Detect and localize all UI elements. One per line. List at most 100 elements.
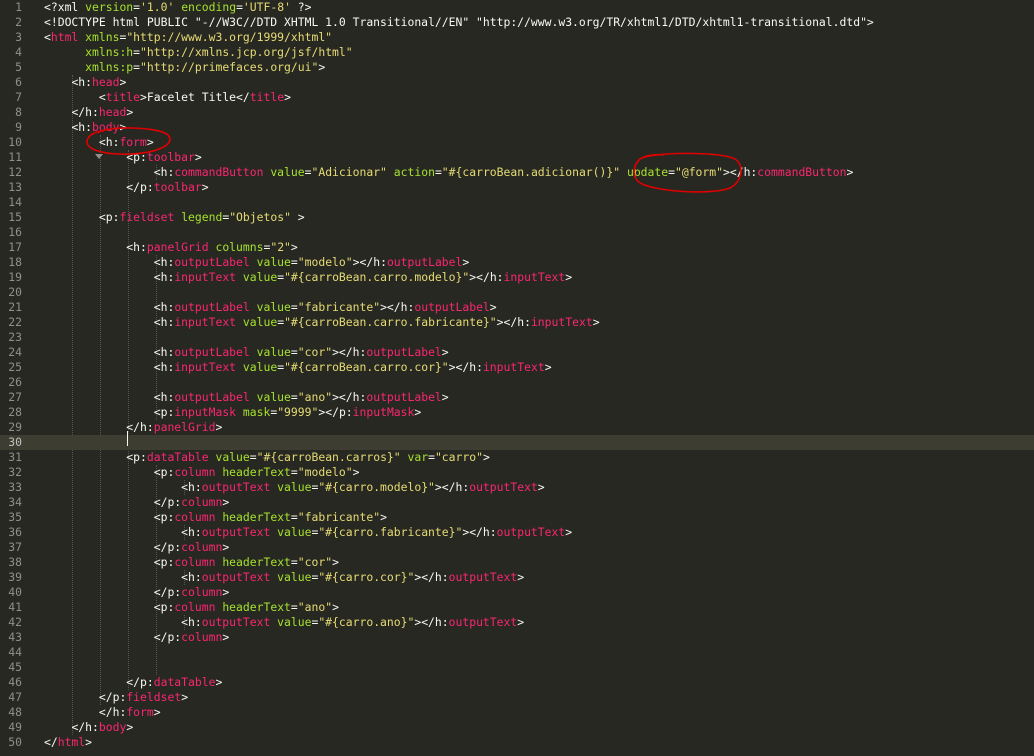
line-number: 7 xyxy=(15,90,22,104)
code-line[interactable]: 1 <?xml version='1.0' encoding='UTF-8' ?> xyxy=(0,0,1034,15)
code-line[interactable]: 45 xyxy=(0,660,1034,675)
line-number: 37 xyxy=(8,540,22,554)
code-line[interactable]: 33 <h:outputText value="#{carro.modelo}"… xyxy=(0,480,1034,495)
code-token: "#{carroBean.carro.fabricante}" xyxy=(284,315,497,329)
line-number: 32 xyxy=(8,465,22,479)
code-line[interactable]: 21 <h:outputLabel value="fabricante"></h… xyxy=(0,300,1034,315)
code-token: legend xyxy=(181,210,223,224)
code-line[interactable]: 18 <h:outputLabel value="modelo"></h:out… xyxy=(0,255,1034,270)
fold-arrow-icon[interactable] xyxy=(95,154,103,159)
code-line[interactable]: 39 <h:outputText value="#{carro.cor}"></… xyxy=(0,570,1034,585)
code-line[interactable]: 50 </html> xyxy=(0,735,1034,750)
line-content: <h:outputLabel value="fabricante"></h:ou… xyxy=(44,300,497,315)
code-token: < xyxy=(153,510,161,524)
code-line[interactable]: 37 </p:column> xyxy=(0,540,1034,555)
code-line[interactable]: 38 <p:column headerText="cor"> xyxy=(0,555,1034,570)
code-line[interactable]: 28 <p:inputMask mask="9999"></p:inputMas… xyxy=(0,405,1034,420)
code-line[interactable]: 44 xyxy=(0,645,1034,660)
code-line[interactable]: 17 <h:panelGrid columns="2"> xyxy=(0,240,1034,255)
code-token: </ xyxy=(469,525,483,539)
line-content: </p:toolbar> xyxy=(44,180,208,195)
code-token: </ xyxy=(153,585,168,599)
code-token: < xyxy=(153,300,161,314)
code-line[interactable]: 22 <h:inputText value="#{carroBean.carro… xyxy=(0,315,1034,330)
code-line[interactable]: 20 xyxy=(0,285,1034,300)
line-content: </p:fieldset> xyxy=(44,690,188,705)
line-content: <h:form> xyxy=(44,135,154,150)
line-number: 25 xyxy=(8,360,22,374)
code-line[interactable]: 25 <h:inputText value="#{carroBean.carro… xyxy=(0,360,1034,375)
code-line[interactable]: 47 </p:fieldset> xyxy=(0,690,1034,705)
code-token: html xyxy=(57,735,86,749)
code-token: = xyxy=(249,450,257,464)
code-token: h: xyxy=(743,165,758,179)
code-line[interactable]: 14 xyxy=(0,195,1034,210)
code-line[interactable]: 43 </p:column> xyxy=(0,630,1034,645)
code-line[interactable]: 34 </p:column> xyxy=(0,495,1034,510)
code-line[interactable]: 31 <p:dataTable value="#{carroBean.carro… xyxy=(0,450,1034,465)
code-line[interactable]: 3 <html xmlns="http://www.w3.org/1999/xht… xyxy=(0,30,1034,45)
code-line[interactable]: 42 <h:outputText value="#{carro.ano}"></… xyxy=(0,615,1034,630)
code-line[interactable]: 24 <h:outputLabel value="cor"></h:output… xyxy=(0,345,1034,360)
code-line[interactable]: 36 <h:outputText value="#{carro.fabrican… xyxy=(0,525,1034,540)
code-token: <!DOCTYPE html PUBLIC "-//W3C//DTD XHTML… xyxy=(44,15,874,29)
code-line[interactable]: 7 <title>Facelet Title</title> xyxy=(0,90,1034,105)
code-line[interactable]: 12 <h:commandButton value="Adicionar" ac… xyxy=(0,165,1034,180)
line-number: 35 xyxy=(8,510,22,524)
code-line[interactable]: 27 <h:outputLabel value="ano"></h:output… xyxy=(0,390,1034,405)
code-token: < xyxy=(153,165,161,179)
code-line[interactable]: 13 </p:toolbar> xyxy=(0,180,1034,195)
code-token: value xyxy=(277,615,312,629)
code-token: inputText xyxy=(530,315,593,329)
code-line[interactable]: 35 <p:column headerText="fabricante"> xyxy=(0,510,1034,525)
line-number: 19 xyxy=(8,270,22,284)
code-token: < xyxy=(153,600,161,614)
line-content: </h:head> xyxy=(44,105,133,120)
code-line[interactable]: 48 </h:form> xyxy=(0,705,1034,720)
code-line[interactable]: 9 <h:body> xyxy=(0,120,1034,135)
code-line[interactable]: 23 xyxy=(0,330,1034,345)
code-line[interactable]: 11 <p:toolbar> xyxy=(0,150,1034,165)
code-token: p: xyxy=(105,210,120,224)
code-token: headerText xyxy=(222,555,291,569)
code-line[interactable]: 6 <h:head> xyxy=(0,75,1034,90)
code-token: > xyxy=(119,120,127,134)
code-line[interactable]: 16 xyxy=(0,225,1034,240)
code-line[interactable]: 49 </h:body> xyxy=(0,720,1034,735)
line-number: 47 xyxy=(8,690,22,704)
code-line[interactable]: 26 xyxy=(0,375,1034,390)
code-line[interactable]: 32 <p:column headerText="modelo"> xyxy=(0,465,1034,480)
code-token: '1.0' xyxy=(140,0,175,14)
code-line[interactable]: 5 xmlns:p="http://primefaces.org/ui"> xyxy=(0,60,1034,75)
code-line[interactable]: 8 </h:head> xyxy=(0,105,1034,120)
code-line[interactable]: 15 <p:fieldset legend="Objetos" > xyxy=(0,210,1034,225)
code-token: h: xyxy=(160,360,175,374)
code-token: </ xyxy=(98,690,113,704)
code-token: < xyxy=(153,315,161,329)
line-content: </p:column> xyxy=(44,585,229,600)
line-number: 8 xyxy=(15,105,22,119)
code-token: h: xyxy=(188,525,202,539)
code-line[interactable]: 4 xmlns:h="http://xmlns.jcp.org/jsf/html… xyxy=(0,45,1034,60)
code-line[interactable]: 46 </p:dataTable> xyxy=(0,675,1034,690)
line-content: xmlns:h="http://xmlns.jcp.org/jsf/html" xyxy=(44,45,352,60)
code-line[interactable]: 19 <h:inputText value="#{carroBean.carro… xyxy=(0,270,1034,285)
code-line[interactable]: 41 <p:column headerText="ano"> xyxy=(0,600,1034,615)
code-line[interactable]: 10 <h:form> xyxy=(0,135,1034,150)
code-token: inputText xyxy=(174,270,237,284)
code-editor[interactable]: 1 <?xml version='1.0' encoding='UTF-8' ?>… xyxy=(0,0,1034,756)
code-line[interactable]: 30 xyxy=(0,435,1034,450)
code-token: head xyxy=(92,75,120,89)
code-line[interactable]: 29 </h:panelGrid> xyxy=(0,420,1034,435)
code-line[interactable]: 2 <!DOCTYPE html PUBLIC "-//W3C//DTD XHTM… xyxy=(0,15,1034,30)
code-line[interactable]: 40 </p:column> xyxy=(0,585,1034,600)
